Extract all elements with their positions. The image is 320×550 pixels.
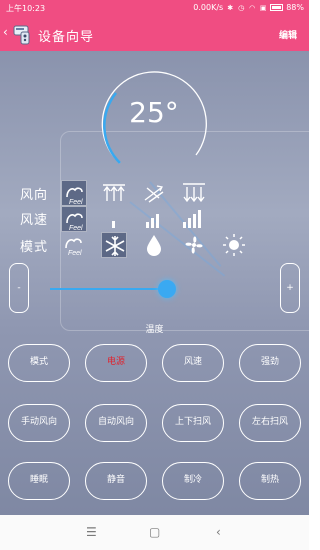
speed-high-icon[interactable] <box>181 206 207 232</box>
edit-button[interactable]: 编辑 <box>279 28 297 41</box>
battery-icon <box>270 4 284 11</box>
home-square-icon[interactable]: ▢ <box>149 525 160 539</box>
chevron-left-icon[interactable]: ‹ <box>3 25 8 39</box>
slider-knob[interactable] <box>158 280 176 298</box>
feel-icon[interactable]: Feel <box>61 232 87 258</box>
status-right: 0.00K/s ✱ ◷ ◠ ▣ 88% <box>193 3 304 12</box>
speed-mid-icon[interactable] <box>141 206 167 232</box>
sim-x-icon: ▣ <box>259 3 267 12</box>
horizontal-swing-button[interactable]: 左右扫风 <box>239 404 301 442</box>
wind-speed-label: 风速 <box>20 213 49 228</box>
power-button[interactable]: 电源 <box>85 344 147 382</box>
net-speed: 0.00K/s <box>193 3 224 12</box>
system-nav-bar: ☰ ▢ ‹ <box>0 515 309 550</box>
ac-remote-logo-icon <box>13 25 30 45</box>
wind-up-arrows-icon[interactable] <box>101 180 127 206</box>
wifi-icon: ◠ <box>249 3 256 12</box>
remote-panel: 25° 风向 Feel 风速 Feel 模式 Feel - + 温度 模式 电源… <box>0 51 309 515</box>
mode-label: 模式 <box>20 240 49 255</box>
wind-swing-icon[interactable] <box>141 180 167 206</box>
temperature-slider: - + <box>0 263 309 315</box>
feel-icon[interactable]: Feel <box>61 180 87 206</box>
svg-text:Feel: Feel <box>69 225 83 232</box>
page-title: 设备向导 <box>38 30 95 45</box>
vertical-swing-button[interactable]: 上下扫风 <box>162 404 224 442</box>
sun-icon[interactable] <box>221 232 247 258</box>
app-bar: ‹ 设备向导 编辑 <box>0 17 309 51</box>
svg-text:Feel: Feel <box>68 250 82 257</box>
slider-label: 温度 <box>145 325 164 335</box>
auto-direction-button[interactable]: 自动风向 <box>85 404 147 442</box>
water-drop-icon[interactable] <box>141 232 167 258</box>
alarm-icon: ◷ <box>238 3 245 12</box>
status-bar: 上午10:23 0.00K/s ✱ ◷ ◠ ▣ 88% <box>0 0 309 17</box>
battery-percent: 88% <box>286 3 304 12</box>
fan-speed-button[interactable]: 风速 <box>162 344 224 382</box>
snowflake-icon[interactable] <box>101 232 127 258</box>
back-triangle-icon[interactable]: ‹ <box>216 525 221 539</box>
temperature-plus-button[interactable]: + <box>280 263 300 313</box>
sleep-button[interactable]: 睡眠 <box>8 462 70 500</box>
bluetooth-icon: ✱ <box>227 3 234 12</box>
turbo-button[interactable]: 强劲 <box>239 344 301 382</box>
temperature-value: 25° <box>129 96 179 129</box>
mode-button[interactable]: 模式 <box>8 344 70 382</box>
wind-direction-label: 风向 <box>20 188 49 203</box>
wind-down-arrows-icon[interactable] <box>181 180 207 206</box>
cool-button[interactable]: 制冷 <box>162 462 224 500</box>
svg-text:Feel: Feel <box>69 199 83 206</box>
status-time: 上午10:23 <box>6 4 46 13</box>
menu-icon[interactable]: ☰ <box>86 525 97 539</box>
fan-icon[interactable] <box>181 232 207 258</box>
feel-icon[interactable]: Feel <box>61 206 87 232</box>
slider-track[interactable] <box>50 288 167 290</box>
quiet-button[interactable]: 静音 <box>85 462 147 500</box>
heat-button[interactable]: 制热 <box>239 462 301 500</box>
speed-low-icon[interactable] <box>101 206 127 232</box>
temperature-minus-button[interactable]: - <box>9 263 29 313</box>
manual-direction-button[interactable]: 手动风向 <box>8 404 70 442</box>
